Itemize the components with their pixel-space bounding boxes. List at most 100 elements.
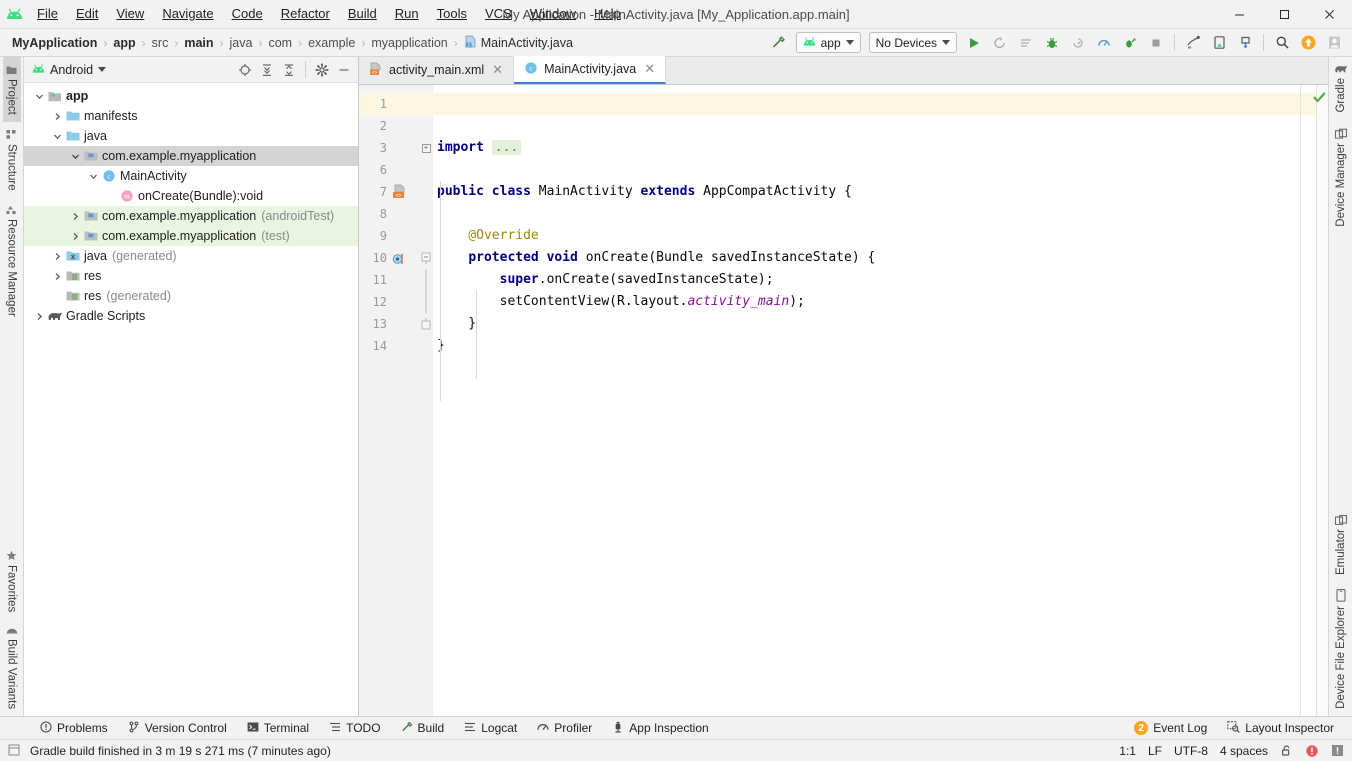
ok-check-icon[interactable]	[1313, 91, 1326, 107]
breadcrumb-item-java[interactable]: java	[228, 36, 255, 50]
tree-node-package-androidtest[interactable]: com.example.myapplication (androidTest)	[24, 206, 358, 226]
stop-icon[interactable]	[1144, 32, 1168, 54]
sidebar-item-device-file-explorer[interactable]: Device File Explorer	[1332, 582, 1350, 716]
tool-window-version-control[interactable]: Version Control	[118, 717, 237, 739]
tool-window-profiler[interactable]: Profiler	[527, 717, 602, 739]
project-view-selector[interactable]: Android	[32, 63, 107, 77]
breadcrumb-item-myapplication-pkg[interactable]: myapplication	[369, 36, 449, 50]
tree-node-res-generated[interactable]: res (generated)	[24, 286, 358, 306]
fold-expand-icon[interactable]: +	[419, 137, 433, 159]
close-icon[interactable]: ✕	[490, 62, 505, 78]
tree-node-oncreate-method[interactable]: m onCreate(Bundle):void	[24, 186, 358, 206]
editor-fold-column[interactable]: +	[419, 85, 433, 716]
menu-navigate[interactable]: Navigate	[153, 3, 222, 25]
project-tree[interactable]: app manifests java com.example.myapplica…	[24, 83, 358, 716]
run-with-coverage-icon[interactable]	[1118, 32, 1142, 54]
minimize-button[interactable]	[1217, 0, 1262, 29]
tool-window-app-inspection[interactable]: App Inspection	[602, 717, 718, 739]
chevron-right-icon[interactable]	[68, 212, 82, 221]
run-configuration-selector[interactable]: app	[795, 32, 861, 53]
tree-node-app[interactable]: app	[24, 86, 358, 106]
settings-gear-icon[interactable]	[312, 60, 332, 80]
tool-window-layout-inspector[interactable]: Layout Inspector	[1217, 717, 1344, 739]
sidebar-item-resource-manager[interactable]: Resource Manager	[3, 197, 21, 324]
tree-node-java[interactable]: java	[24, 126, 358, 146]
sidebar-item-gradle[interactable]: Gradle	[1331, 57, 1351, 120]
sidebar-item-build-variants[interactable]: Build Variants	[3, 619, 21, 716]
chevron-down-icon[interactable]	[32, 92, 46, 101]
breadcrumb-item-app[interactable]: app	[111, 36, 137, 50]
debug-icon[interactable]	[1040, 32, 1064, 54]
tool-window-build[interactable]: Build	[391, 717, 455, 739]
code-editor[interactable]: 1 2 3 6 7 <> 8 9 10 11 12 13 14 + import…	[359, 85, 1328, 716]
sdk-manager-icon[interactable]	[1181, 32, 1205, 54]
tree-node-gradle-scripts[interactable]: Gradle Scripts	[24, 306, 358, 326]
breadcrumb-item-file[interactable]: J MainActivity.java	[462, 35, 575, 51]
search-icon[interactable]	[1270, 32, 1294, 54]
menu-window[interactable]: Window	[521, 3, 585, 25]
menu-run[interactable]: Run	[386, 3, 428, 25]
tool-window-logcat[interactable]: Logcat	[454, 717, 527, 739]
status-message[interactable]: Gradle build finished in 3 m 19 s 271 ms…	[30, 744, 331, 758]
chevron-down-icon[interactable]	[86, 172, 100, 181]
profiler-icon[interactable]	[1092, 32, 1116, 54]
close-icon[interactable]: ✕	[642, 61, 657, 77]
chevron-down-icon[interactable]	[50, 132, 64, 141]
editor-gutter[interactable]: 1 2 3 6 7 <> 8 9 10 11 12 13 14	[359, 85, 419, 716]
avd-manager-icon[interactable]	[1207, 32, 1231, 54]
menu-refactor[interactable]: Refactor	[272, 3, 339, 25]
chevron-right-icon[interactable]	[50, 252, 64, 261]
update-icon[interactable]	[1296, 32, 1320, 54]
breadcrumb-item-src[interactable]: src	[150, 36, 171, 50]
indent-setting[interactable]: 4 spaces	[1220, 744, 1268, 758]
tree-node-package-main[interactable]: com.example.myapplication	[24, 146, 358, 166]
editor-marker-stripe[interactable]	[1300, 85, 1316, 716]
fold-collapse-end-icon[interactable]	[419, 313, 433, 335]
menu-file[interactable]: File	[28, 3, 67, 25]
inspection-error-icon[interactable]	[1305, 744, 1319, 758]
maximize-button[interactable]	[1262, 0, 1307, 29]
editor-tab-mainactivity-java[interactable]: c MainActivity.java ✕	[514, 56, 667, 84]
device-selector[interactable]: No Devices	[868, 32, 957, 53]
run-icon[interactable]	[962, 32, 986, 54]
sidebar-item-emulator[interactable]: Emulator	[1332, 506, 1350, 582]
chevron-right-icon[interactable]	[50, 272, 64, 281]
sidebar-item-project[interactable]: Project	[2, 57, 21, 122]
breadcrumb-item-main[interactable]: main	[182, 36, 215, 50]
tool-window-todo[interactable]: TODO	[319, 717, 390, 739]
line-separator[interactable]: LF	[1148, 744, 1162, 758]
caret-position[interactable]: 1:1	[1119, 744, 1136, 758]
attach-debugger-icon[interactable]	[1066, 32, 1090, 54]
expand-all-icon[interactable]	[257, 60, 277, 80]
chevron-right-icon[interactable]	[32, 312, 46, 321]
tree-node-res[interactable]: res	[24, 266, 358, 286]
editor-scrollbar[interactable]	[1313, 85, 1328, 716]
code-text-area[interactable]: package com.example.myapplication; impor…	[433, 85, 1300, 716]
tree-node-java-generated[interactable]: java (generated)	[24, 246, 358, 266]
fold-collapse-start-icon[interactable]	[419, 247, 433, 269]
menu-view[interactable]: View	[107, 3, 153, 25]
breadcrumb-item-com[interactable]: com	[266, 36, 294, 50]
notifications-icon[interactable]	[1331, 744, 1344, 757]
menu-build[interactable]: Build	[339, 3, 386, 25]
menu-vcs[interactable]: VCS	[476, 3, 521, 25]
menu-code[interactable]: Code	[223, 3, 272, 25]
tool-window-terminal[interactable]: Terminal	[237, 717, 319, 739]
tree-node-mainactivity[interactable]: c MainActivity	[24, 166, 358, 186]
tree-node-manifests[interactable]: manifests	[24, 106, 358, 126]
breadcrumb-item-example[interactable]: example	[306, 36, 357, 50]
sidebar-item-structure[interactable]: Structure	[3, 122, 21, 198]
menu-help[interactable]: Help	[585, 3, 630, 25]
locate-icon[interactable]	[235, 60, 255, 80]
tree-node-package-test[interactable]: com.example.myapplication (test)	[24, 226, 358, 246]
chevron-right-icon[interactable]	[68, 232, 82, 241]
build-hammer-icon[interactable]	[767, 32, 791, 54]
tool-window-problems[interactable]: Problems	[30, 717, 118, 739]
hide-icon[interactable]	[334, 60, 354, 80]
layout-editor-icon[interactable]: <>	[389, 184, 417, 200]
sidebar-item-device-manager[interactable]: Device Manager	[1332, 120, 1350, 234]
collapse-all-icon[interactable]	[279, 60, 299, 80]
chevron-down-icon[interactable]	[68, 152, 82, 161]
collapsed-imports-placeholder[interactable]: ...	[491, 140, 522, 155]
file-encoding[interactable]: UTF-8	[1174, 744, 1208, 758]
